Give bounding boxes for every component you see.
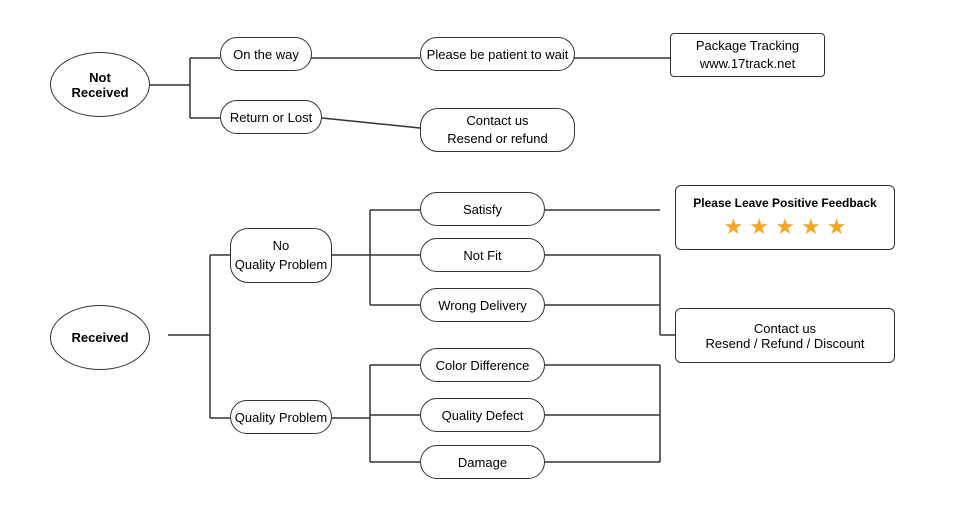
satisfy-label: Satisfy (463, 202, 502, 217)
wrong-delivery-node: Wrong Delivery (420, 288, 545, 322)
on-the-way-label: On the way (233, 47, 299, 62)
package-tracking-node: Package Tracking www.17track.net (670, 33, 825, 77)
quality-problem-label: Quality Problem (235, 410, 327, 425)
contact-discount-label: Contact us Resend / Refund / Discount (706, 321, 865, 351)
no-quality-problem-node: No Quality Problem (230, 228, 332, 283)
not-fit-label: Not Fit (463, 248, 501, 263)
feedback-label: Please Leave Positive Feedback (693, 196, 876, 210)
quality-defect-node: Quality Defect (420, 398, 545, 432)
return-or-lost-label: Return or Lost (230, 110, 312, 125)
damage-label: Damage (458, 455, 507, 470)
be-patient-label: Please be patient to wait (427, 47, 569, 62)
received-node: Received (50, 305, 150, 370)
received-label: Received (71, 330, 128, 345)
contact-resend-refund-node: Contact us Resend or refund (420, 108, 575, 152)
quality-defect-label: Quality Defect (442, 408, 524, 423)
return-or-lost-node: Return or Lost (220, 100, 322, 134)
quality-problem-node: Quality Problem (230, 400, 332, 434)
stars: ★ ★ ★ ★ ★ (723, 214, 846, 240)
package-tracking-label: Package Tracking www.17track.net (696, 37, 799, 73)
not-received-label: Not Received (71, 70, 128, 100)
damage-node: Damage (420, 445, 545, 479)
color-difference-node: Color Difference (420, 348, 545, 382)
not-fit-node: Not Fit (420, 238, 545, 272)
no-quality-problem-label: No Quality Problem (235, 237, 327, 273)
wrong-delivery-label: Wrong Delivery (438, 298, 527, 313)
feedback-box: Please Leave Positive Feedback ★ ★ ★ ★ ★ (675, 185, 895, 250)
be-patient-node: Please be patient to wait (420, 37, 575, 71)
contact-discount-box: Contact us Resend / Refund / Discount (675, 308, 895, 363)
on-the-way-node: On the way (220, 37, 312, 71)
color-difference-label: Color Difference (436, 358, 530, 373)
contact-resend-refund-label: Contact us Resend or refund (447, 112, 547, 148)
not-received-node: Not Received (50, 52, 150, 117)
satisfy-node: Satisfy (420, 192, 545, 226)
